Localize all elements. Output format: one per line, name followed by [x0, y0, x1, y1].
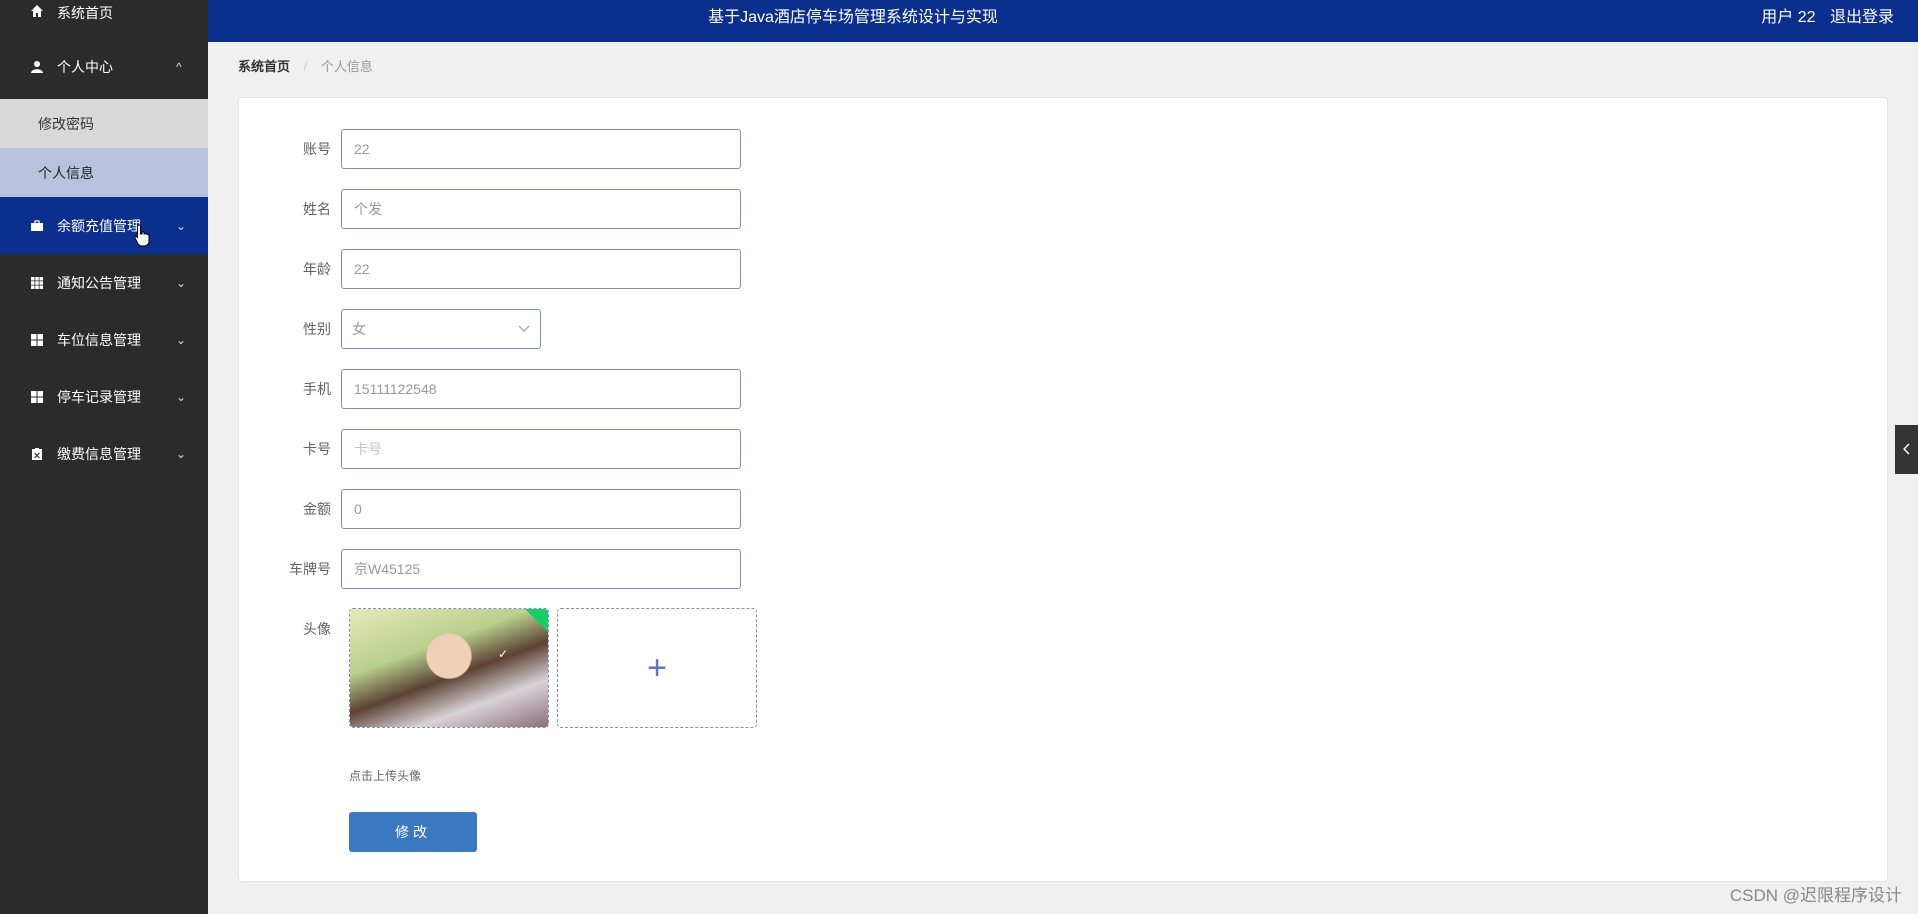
- chevron-down-icon: [518, 322, 530, 336]
- profile-form-card: 账号 姓名 年龄 性别 女 手机 卡号 金额 车牌号 头像: [238, 97, 1888, 882]
- chevron-down-icon: ⌄: [176, 275, 187, 290]
- chevron-up-icon: ^: [176, 60, 182, 74]
- plus-icon: +: [647, 648, 667, 687]
- name-label: 姓名: [303, 201, 331, 217]
- sidebar-item-label: 修改密码: [38, 115, 94, 132]
- check-icon: ✓: [497, 647, 508, 661]
- sidebar-item-label: 系统首页: [57, 5, 113, 21]
- logout-link[interactable]: 退出登录: [1830, 9, 1894, 26]
- account-label: 账号: [303, 141, 331, 157]
- chevron-down-icon: ⌄: [176, 446, 187, 461]
- avatar-label: 头像: [303, 621, 331, 637]
- form-row-plate: 车牌号: [239, 549, 741, 589]
- gender-label: 性别: [303, 321, 331, 337]
- chevron-down-icon: ⌄: [176, 332, 187, 347]
- gender-select[interactable]: 女: [341, 309, 541, 349]
- phone-label: 手机: [303, 381, 331, 397]
- apps-icon: [29, 389, 45, 405]
- gender-value: 女: [352, 321, 366, 337]
- account-field[interactable]: [341, 129, 741, 169]
- user-icon: [29, 59, 45, 75]
- chevron-left-icon: [1902, 442, 1911, 458]
- card-label: 卡号: [303, 441, 331, 457]
- form-row-name: 姓名: [239, 189, 741, 229]
- sidebar-item-label: 停车记录管理: [57, 388, 141, 405]
- breadcrumb: 系统首页 / 个人信息: [238, 56, 373, 75]
- breadcrumb-current: 个人信息: [320, 59, 373, 74]
- form-row-age: 年龄: [239, 249, 741, 289]
- name-field[interactable]: [341, 189, 741, 229]
- form-row-avatar: 头像: [239, 619, 341, 639]
- sidebar-item-label: 个人信息: [38, 164, 94, 181]
- clipboard-icon: [29, 446, 45, 462]
- balance-label: 金额: [303, 501, 331, 517]
- card-number-field[interactable]: [341, 429, 741, 469]
- top-header: 基于Java酒店停车场管理系统设计与实现 用户 22 退出登录: [208, 0, 1918, 42]
- form-row-gender: 性别 女: [239, 309, 541, 349]
- form-row-phone: 手机: [239, 369, 741, 409]
- app-title: 基于Java酒店停车场管理系统设计与实现: [708, 9, 998, 26]
- user-area: 用户 22 退出登录: [1761, 3, 1894, 27]
- sidebar-item-label: 个人中心: [57, 59, 113, 75]
- user-name: 用户 22: [1761, 9, 1816, 26]
- sidebar-item-payment[interactable]: 缴费信息管理 ⌄: [0, 425, 208, 482]
- plate-label: 车牌号: [289, 561, 331, 577]
- sidebar-item-recharge[interactable]: 余额充值管理 ⌄: [0, 197, 208, 254]
- avatar-photo: [350, 609, 548, 727]
- sidebar-item-parking-space[interactable]: 车位信息管理 ⌄: [0, 311, 208, 368]
- avatar-upload-hint: 点击上传头像: [349, 769, 422, 783]
- submit-button[interactable]: 修改: [349, 812, 477, 852]
- grid-icon: [29, 275, 45, 291]
- sidebar-item-label: 余额充值管理: [57, 217, 141, 234]
- chevron-down-icon: ⌄: [176, 389, 187, 404]
- home-icon: [29, 3, 45, 19]
- balance-field[interactable]: [341, 489, 741, 529]
- age-field[interactable]: [341, 249, 741, 289]
- avatar-thumbnail[interactable]: ✓: [349, 608, 549, 728]
- form-row-balance: 金额: [239, 489, 741, 529]
- avatar-upload-button[interactable]: +: [557, 608, 757, 728]
- sidebar-item-home[interactable]: 系统首页: [0, 0, 208, 22]
- sidebar-item-parking-record[interactable]: 停车记录管理 ⌄: [0, 368, 208, 425]
- form-row-account: 账号: [239, 129, 741, 169]
- chevron-down-icon: ⌄: [176, 218, 187, 233]
- sidebar-item-label: 通知公告管理: [57, 274, 141, 291]
- plate-field[interactable]: [341, 549, 741, 589]
- sidebar: 系统首页 个人中心 ^ 修改密码 个人信息 余额充值管理 ⌄ 通知公告管理 ⌄ …: [0, 0, 208, 914]
- sidebar-item-personal-info[interactable]: 个人信息: [0, 148, 208, 197]
- hand-cursor-icon: [134, 224, 150, 247]
- breadcrumb-home[interactable]: 系统首页: [238, 59, 290, 74]
- sidebar-item-label: 车位信息管理: [57, 331, 141, 348]
- watermark: CSDN @迟限程序设计: [1729, 886, 1902, 905]
- sidebar-item-label: 缴费信息管理: [57, 445, 141, 462]
- sidebar-item-personal-center[interactable]: 个人中心 ^: [0, 22, 208, 112]
- briefcase-icon: [29, 218, 45, 234]
- collapse-panel-toggle[interactable]: [1895, 425, 1918, 474]
- sidebar-item-notice[interactable]: 通知公告管理 ⌄: [0, 254, 208, 311]
- form-row-card: 卡号: [239, 429, 741, 469]
- phone-field[interactable]: [341, 369, 741, 409]
- age-label: 年龄: [303, 261, 331, 277]
- breadcrumb-separator: /: [303, 59, 308, 74]
- apps-icon: [29, 332, 45, 348]
